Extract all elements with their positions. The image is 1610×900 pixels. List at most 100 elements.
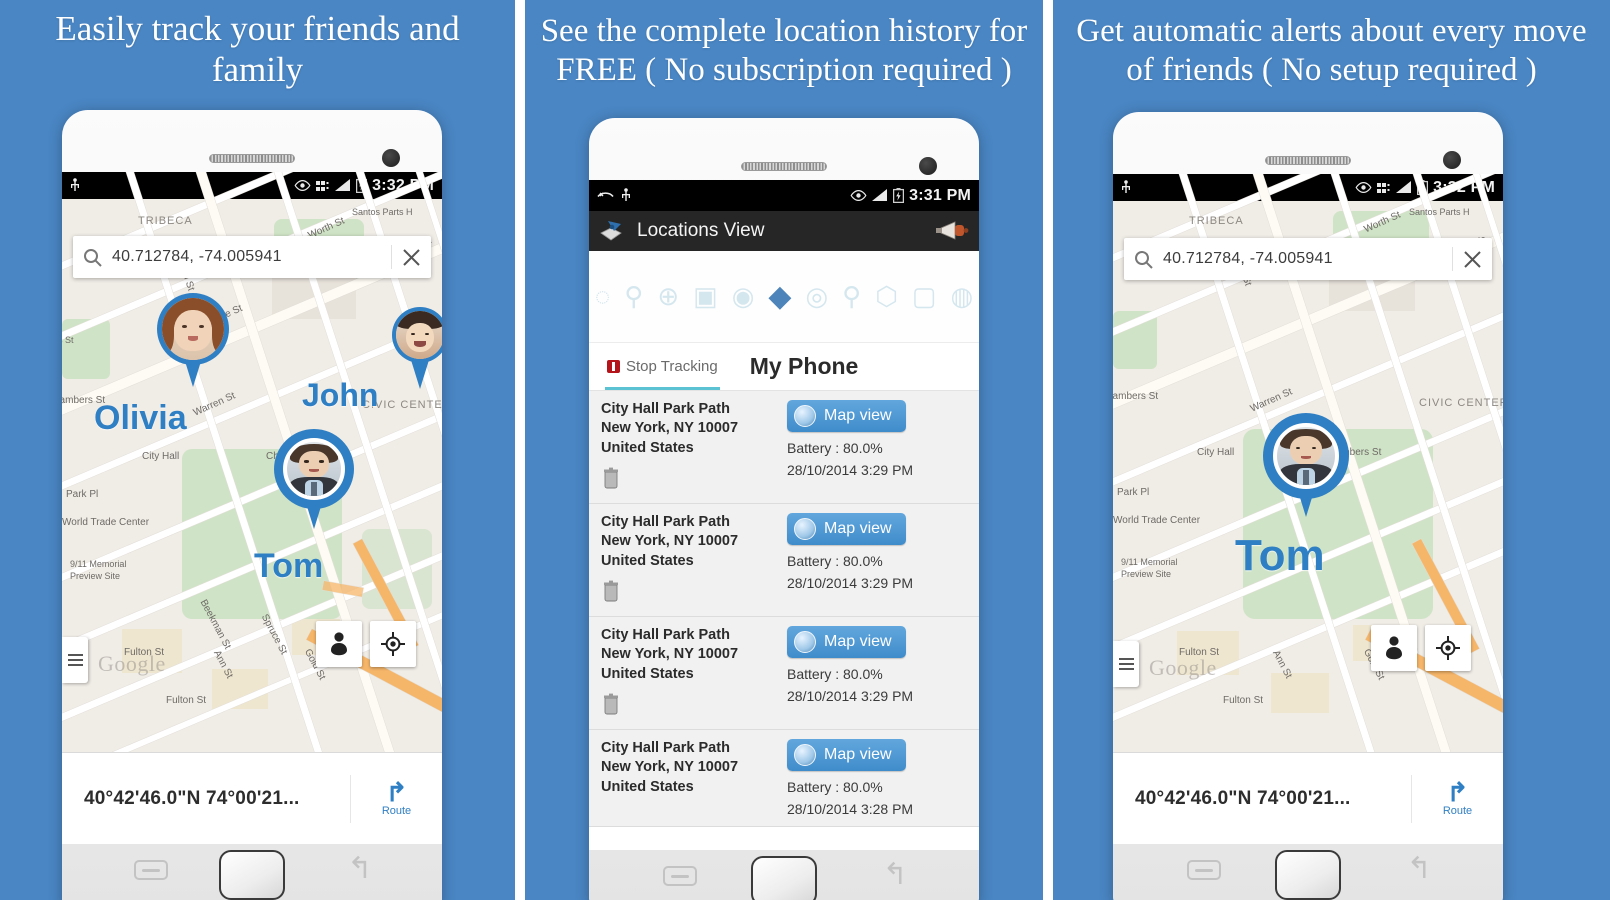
locations-list[interactable]: City Hall Park Path New York, NY 10007 U…: [589, 391, 979, 827]
tab-stop-tracking[interactable]: Stop Tracking: [597, 343, 728, 390]
map-menu-button[interactable]: [62, 637, 88, 683]
map-pin-icon: [1263, 413, 1349, 499]
usb-icon: [1121, 180, 1131, 195]
phone-hardware-buttons-1: ↰: [62, 844, 442, 900]
hw-home-icon[interactable]: [1275, 850, 1341, 900]
list-item[interactable]: City Hall Park Path New York, NY 10007 U…: [589, 504, 979, 617]
my-location-button[interactable]: [1425, 625, 1471, 671]
map-tiles: TRIBECA CIVIC CENTER Church St Duane St …: [62, 172, 442, 844]
google-map-3[interactable]: TRIBECA CIVIC CENTER Church St Duane St …: [1113, 174, 1503, 844]
phone-hardware-buttons-2: ↰: [589, 850, 979, 900]
address-line: United States: [601, 778, 694, 795]
panel-2-headline: See the complete location history for FR…: [540, 13, 1028, 88]
route-button[interactable]: ↱ Route: [1411, 774, 1503, 823]
marker-tom[interactable]: [1263, 413, 1349, 499]
google-watermark: Google: [98, 651, 166, 676]
map-label: TRIBECA: [138, 215, 193, 227]
hw-menu-icon[interactable]: [1187, 860, 1222, 880]
close-icon: [1464, 250, 1481, 268]
network-icon: [316, 180, 330, 192]
marker-tom[interactable]: [274, 429, 354, 509]
usb-icon: [70, 178, 80, 193]
hw-menu-icon[interactable]: [663, 866, 698, 886]
search-query-text[interactable]: 40.712784, -74.005941: [112, 248, 381, 266]
person-pin-button[interactable]: [1371, 625, 1417, 671]
megaphone-icon[interactable]: [935, 219, 969, 243]
map-view-label: Map view: [824, 633, 892, 650]
address-line: New York, NY 10007: [601, 533, 739, 550]
tab-row: Stop Tracking My Phone: [589, 343, 979, 391]
hamburger-icon: [67, 654, 83, 666]
list-item[interactable]: City Hall Park Path New York, NY 10007 U…: [589, 391, 979, 504]
network-icon: [1377, 182, 1391, 194]
address-line: New York, NY 10007: [601, 420, 739, 437]
search-query-text[interactable]: 40.712784, -74.005941: [1163, 250, 1442, 268]
marker-label-tom: Tom: [254, 547, 324, 585]
route-arrow-icon: ↱: [1446, 776, 1469, 807]
google-map-1[interactable]: TRIBECA CIVIC CENTER Church St Duane St …: [62, 172, 442, 844]
route-label: Route: [381, 804, 412, 817]
trash-icon[interactable]: [601, 580, 621, 602]
phone-mockup-1: 3:32 PM TRIBECA CIVIC CENTE St Worth St …: [62, 110, 442, 900]
marker-label-john: John: [302, 377, 379, 413]
map-view-button[interactable]: Map view: [787, 739, 906, 771]
address-line: United States: [601, 665, 694, 682]
hw-back-icon[interactable]: ↰: [347, 854, 381, 884]
hw-back-icon[interactable]: ↰: [883, 860, 917, 890]
marker-label-olivia: Olivia: [94, 399, 187, 437]
trash-icon[interactable]: [601, 467, 621, 489]
map-footer-1: 40°42'46.0"N 74°00'21... ↱ Route: [62, 752, 442, 844]
map-view-button[interactable]: Map view: [787, 513, 906, 545]
marker-john[interactable]: [392, 307, 442, 363]
map-label: Preview Site: [1121, 569, 1172, 579]
screenshot-board: Easily track your friends and family 3:3…: [0, 0, 1610, 900]
pause-icon: [607, 360, 620, 373]
usb-icon: [621, 188, 631, 203]
map-search-bar-1[interactable]: 40.712784, -74.005941: [73, 236, 431, 278]
speaker-grille-icon: [209, 154, 295, 163]
hw-home-icon[interactable]: [219, 850, 285, 900]
hamburger-icon: [1118, 658, 1134, 670]
globe-icon: [794, 518, 816, 540]
timestamp-text: 28/10/2014 3:29 PM: [787, 687, 914, 704]
map-label: Park Pl: [66, 489, 99, 500]
map-view-label: Map view: [824, 520, 892, 537]
hw-home-icon[interactable]: [751, 856, 817, 900]
map-search-bar-3[interactable]: 40.712784, -74.005941: [1124, 238, 1492, 280]
route-arrow-icon: ↱: [385, 776, 408, 807]
person-pin-button[interactable]: [316, 621, 362, 667]
map-label: 9/11 Memorial: [70, 559, 127, 569]
map-label: World Trade Center: [1113, 515, 1201, 526]
map-menu-button[interactable]: [1113, 641, 1139, 687]
map-label: World Trade Center: [62, 517, 150, 528]
globe-icon: [794, 744, 816, 766]
map-label: CIVIC CENTER: [1419, 397, 1503, 409]
map-label: TRIBECA: [1189, 215, 1244, 227]
list-item[interactable]: City Hall Park Path New York, NY 10007 U…: [589, 730, 979, 827]
phone-screen-2: 3:31 PM Locations View ◌ ⚲ ⊕ ▣ ◉ ◆ ◎ ⚲ ⬡…: [589, 180, 979, 850]
map-view-button[interactable]: Map view: [787, 400, 906, 432]
route-label: Route: [1442, 804, 1473, 817]
avatar: [1273, 423, 1339, 489]
marker-olivia[interactable]: [157, 293, 229, 365]
map-view-button[interactable]: Map view: [787, 626, 906, 658]
address-line: City Hall Park Path: [601, 514, 730, 530]
person-pin-icon: [1386, 636, 1402, 660]
avatar: [396, 311, 442, 359]
location-pin-collage-icon: ◌ ⚲ ⊕ ▣ ◉ ◆ ◎ ⚲ ⬡ ▢ ◍: [594, 280, 974, 313]
timestamp-text: 28/10/2014 3:29 PM: [787, 574, 914, 591]
app-banner: ◌ ⚲ ⊕ ▣ ◉ ◆ ◎ ⚲ ⬡ ▢ ◍: [589, 251, 979, 343]
my-location-button[interactable]: [370, 621, 416, 667]
google-watermark: Google: [1149, 655, 1217, 680]
map-view-label: Map view: [824, 407, 892, 424]
address-line: City Hall Park Path: [601, 740, 730, 756]
promo-panel-1: Easily track your friends and family 3:3…: [0, 0, 515, 900]
list-item[interactable]: City Hall Park Path New York, NY 10007 U…: [589, 617, 979, 730]
route-button[interactable]: ↱ Route: [350, 774, 442, 823]
hw-menu-icon[interactable]: [134, 860, 169, 880]
front-camera-icon: [382, 149, 400, 167]
avatar: [162, 298, 224, 360]
hw-back-icon[interactable]: ↰: [1407, 854, 1441, 884]
map-label: Santos Parts H: [1409, 207, 1470, 217]
trash-icon[interactable]: [601, 693, 621, 715]
